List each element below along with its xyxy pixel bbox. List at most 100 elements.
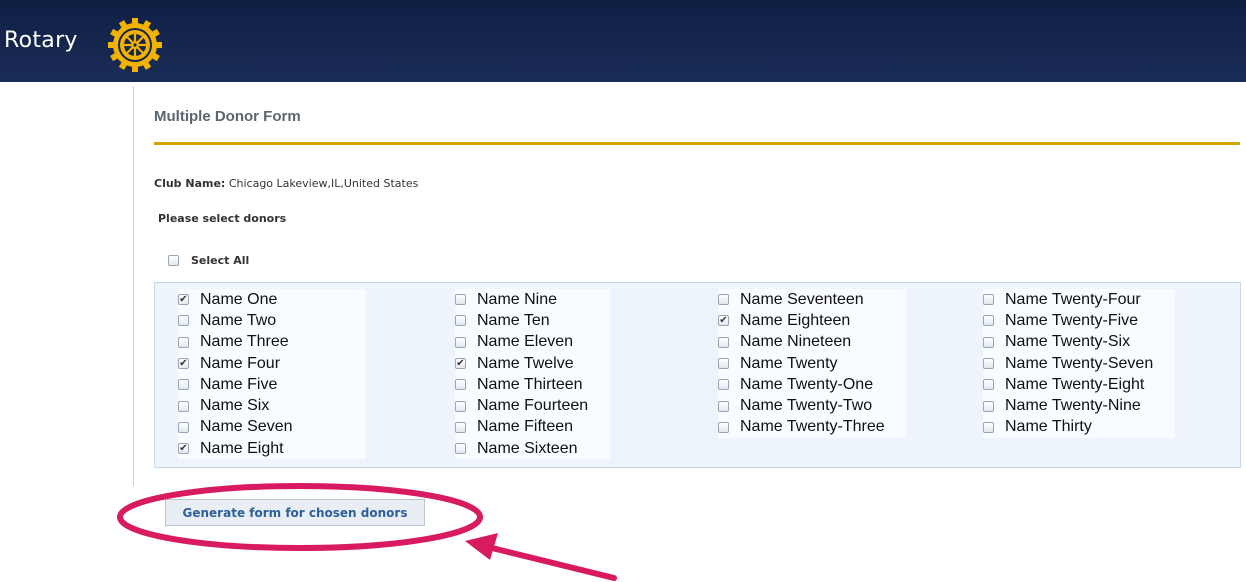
- donor-column-1: ✔ Name One Name Two Name Three ✔ Name Four Nam…: [178, 289, 366, 460]
- donor-item[interactable]: ✔ Name Twelve: [455, 353, 610, 374]
- donor-item[interactable]: Name Six: [178, 395, 366, 416]
- donor-item[interactable]: ✔ Name One: [178, 289, 366, 310]
- donor-item[interactable]: Name Twenty-Two: [718, 395, 906, 416]
- donor-name: Name Seven: [200, 418, 293, 436]
- donor-item[interactable]: Name Twenty-Six: [983, 332, 1175, 353]
- donor-item[interactable]: Name Twenty-Eight: [983, 374, 1175, 395]
- donor-name: Name Twenty-Five: [1005, 311, 1139, 329]
- donor-checkbox[interactable]: [455, 336, 466, 348]
- donor-checkbox[interactable]: [983, 421, 994, 433]
- donor-name: Name One: [200, 290, 278, 308]
- donor-checkbox[interactable]: [718, 421, 729, 433]
- donor-checkbox[interactable]: [178, 400, 189, 412]
- content-divider: [133, 86, 134, 486]
- donor-name: Name Twenty-Six: [1005, 333, 1131, 351]
- donor-checkbox[interactable]: [455, 421, 466, 433]
- donor-checkbox[interactable]: [983, 379, 994, 391]
- donor-checkbox-checked[interactable]: ✔: [178, 443, 189, 455]
- donor-name: Name Sixteen: [477, 439, 578, 457]
- donor-checkbox[interactable]: [983, 336, 994, 348]
- donor-checkbox[interactable]: [455, 443, 466, 455]
- donor-name: Name Twenty-Seven: [1005, 354, 1154, 372]
- donor-checkbox[interactable]: [983, 358, 994, 370]
- donor-item[interactable]: Name Seven: [178, 417, 366, 438]
- donor-name: Name Twenty-Four: [1005, 290, 1141, 308]
- donor-item[interactable]: Name Twenty-Three: [718, 417, 906, 438]
- donor-name: Name Four: [200, 354, 281, 372]
- donor-name: Name Six: [200, 397, 270, 415]
- donor-checkbox[interactable]: [178, 336, 189, 348]
- donor-checkbox-checked[interactable]: ✔: [455, 358, 466, 370]
- donor-name: Name Nine: [477, 290, 558, 308]
- donor-item[interactable]: Name Fifteen: [455, 417, 610, 438]
- donor-checkbox[interactable]: [718, 358, 729, 370]
- donor-checkbox[interactable]: [983, 315, 994, 327]
- donor-checkbox[interactable]: [983, 294, 994, 306]
- donor-item[interactable]: Name Five: [178, 374, 366, 395]
- donor-item[interactable]: ✔ Name Eight: [178, 438, 366, 459]
- donor-checkbox[interactable]: [178, 421, 189, 433]
- donor-item[interactable]: Name Twenty-Nine: [983, 395, 1175, 416]
- donor-checkbox[interactable]: [455, 379, 466, 391]
- title-rule: [154, 142, 1240, 145]
- donor-checkbox[interactable]: [718, 294, 729, 306]
- donor-item[interactable]: Name Thirty: [983, 417, 1175, 438]
- header-bar: Rotary: [0, 0, 1246, 82]
- donor-checkbox-checked[interactable]: ✔: [718, 315, 729, 327]
- donor-item[interactable]: Name Nine: [455, 289, 610, 310]
- donor-checkbox[interactable]: [718, 379, 729, 391]
- donor-item[interactable]: Name Twenty-Four: [983, 289, 1175, 310]
- donor-item[interactable]: ✔ Name Four: [178, 353, 366, 374]
- donor-checkbox[interactable]: [455, 315, 466, 327]
- donor-item[interactable]: Name Twenty-Seven: [983, 353, 1175, 374]
- donor-name: Name Nineteen: [740, 333, 852, 351]
- donor-item[interactable]: Name Ten: [455, 310, 610, 331]
- donor-item[interactable]: Name Twenty: [718, 353, 906, 374]
- donor-name: Name Eight: [200, 439, 284, 457]
- donor-checkbox[interactable]: [718, 400, 729, 412]
- donor-item[interactable]: Name Fourteen: [455, 395, 610, 416]
- donor-item[interactable]: Name Sixteen: [455, 438, 610, 459]
- donor-name: Name Twenty-Two: [740, 397, 873, 415]
- donor-name: Name Twenty-Three: [740, 418, 885, 436]
- donor-checkbox[interactable]: [178, 315, 189, 327]
- donor-checkbox[interactable]: [455, 294, 466, 306]
- donor-name: Name Thirteen: [477, 375, 583, 393]
- donor-name: Name Fourteen: [477, 397, 589, 415]
- generate-form-button[interactable]: Generate form for chosen donors: [165, 499, 425, 526]
- donor-name: Name Five: [200, 375, 278, 393]
- select-donors-prompt: Please select donors: [158, 212, 287, 225]
- donor-column-4: Name Twenty-Four Name Twenty-Five Name Twe…: [983, 289, 1175, 439]
- rotary-wheel-logo-icon: [108, 18, 162, 72]
- donor-checkbox-checked[interactable]: ✔: [178, 358, 189, 370]
- donor-name: Name Twenty-Eight: [1005, 375, 1145, 393]
- donor-name: Name Eleven: [477, 333, 574, 351]
- donor-checkbox[interactable]: [983, 400, 994, 412]
- donor-item[interactable]: Name Twenty-Five: [983, 310, 1175, 331]
- donor-item[interactable]: Name Seventeen: [718, 289, 906, 310]
- donor-checkbox-checked[interactable]: ✔: [178, 294, 189, 306]
- donor-item[interactable]: Name Three: [178, 332, 366, 353]
- donor-item[interactable]: Name Eleven: [455, 332, 610, 353]
- donor-item[interactable]: Name Two: [178, 310, 366, 331]
- donor-item[interactable]: Name Thirteen: [455, 374, 610, 395]
- donor-name: Name Seventeen: [740, 290, 864, 308]
- donor-column-2: Name Nine Name Ten Name Eleven ✔ Name Twelve…: [455, 289, 610, 460]
- donor-name: Name Ten: [477, 311, 550, 329]
- donor-name: Name Two: [200, 311, 277, 329]
- club-name-value: Chicago Lakeview,IL,United States: [228, 177, 419, 190]
- donor-item[interactable]: Name Twenty-One: [718, 374, 906, 395]
- donor-name: Name Twenty: [740, 354, 838, 372]
- donor-checkbox[interactable]: [178, 379, 189, 391]
- select-all[interactable]: Select All: [168, 254, 249, 267]
- donor-checkbox[interactable]: [455, 400, 466, 412]
- club-name-label: Club Name:: [154, 177, 226, 190]
- donor-item[interactable]: Name Nineteen: [718, 332, 906, 353]
- donor-item[interactable]: ✔ Name Eighteen: [718, 310, 906, 331]
- donor-checkbox[interactable]: [718, 336, 729, 348]
- select-all-checkbox[interactable]: [168, 255, 179, 266]
- pointer-arrow: [465, 533, 617, 581]
- donor-name: Name Thirty: [1005, 418, 1092, 436]
- select-all-label: Select All: [191, 254, 250, 267]
- donor-name: Name Fifteen: [477, 418, 574, 436]
